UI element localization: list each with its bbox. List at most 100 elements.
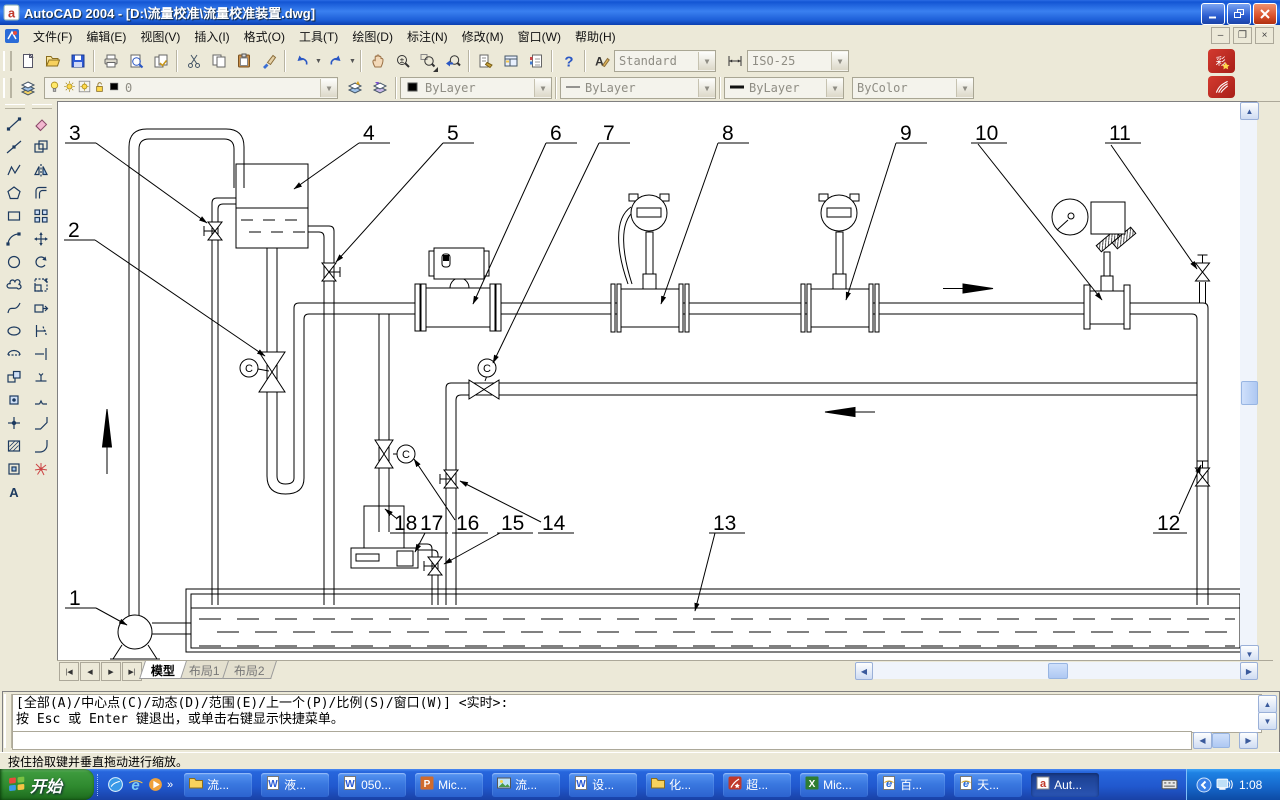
- taskbar-button-化[interactable]: 化...: [646, 773, 714, 797]
- command-input[interactable]: [12, 731, 1192, 750]
- quick-launch-chevron[interactable]: »: [167, 779, 173, 791]
- menu-item[interactable]: 编辑(E): [79, 25, 133, 48]
- menu-item[interactable]: 插入(I): [187, 25, 236, 48]
- draw-region-icon[interactable]: [2, 457, 26, 480]
- draw-ellipse-arc-icon[interactable]: [2, 342, 26, 365]
- text-style-icon[interactable]: A: [589, 49, 614, 74]
- designcenter-icon[interactable]: [498, 49, 523, 74]
- collapse-arrow-icon[interactable]: [1195, 776, 1212, 793]
- redo-icon-dropdown[interactable]: ▼: [348, 50, 357, 73]
- modify-mirror-icon[interactable]: [29, 158, 53, 181]
- keyboard-icon[interactable]: [1161, 776, 1178, 793]
- menu-item[interactable]: 文件(F): [26, 25, 79, 48]
- toolbar-grip[interactable]: [3, 78, 12, 98]
- show-desktop-icon[interactable]: [105, 775, 125, 795]
- modify-explode-icon[interactable]: [29, 457, 53, 480]
- linetype-combo[interactable]: ByLayer▼: [560, 77, 716, 99]
- draw-spline-icon[interactable]: [2, 296, 26, 319]
- modify-scale-icon[interactable]: [29, 273, 53, 296]
- draw-line-icon[interactable]: [2, 112, 26, 135]
- modify-copy-object-icon[interactable]: [29, 135, 53, 158]
- drawing-canvas[interactable]: CCC 123456789101112131415161718 ▲ ▼: [57, 101, 1257, 661]
- zoom-realtime-icon[interactable]: ±: [390, 49, 415, 74]
- properties-icon[interactable]: [473, 49, 498, 74]
- lineweight-combo[interactable]: ByLayer▼: [724, 77, 844, 99]
- modify-array-icon[interactable]: [29, 204, 53, 227]
- ie-icon[interactable]: e: [125, 775, 145, 795]
- modify-fillet-icon[interactable]: [29, 434, 53, 457]
- modify-trim-icon[interactable]: [29, 319, 53, 342]
- pan-icon[interactable]: [365, 49, 390, 74]
- layers-icon[interactable]: [15, 76, 40, 101]
- taskbar-button-设[interactable]: W设...: [569, 773, 637, 797]
- layer-combo[interactable]: 0▼: [44, 77, 338, 99]
- layer-previous-icon[interactable]: [367, 76, 392, 101]
- modify-extend-icon[interactable]: [29, 342, 53, 365]
- toolpalettes-icon[interactable]: [523, 49, 548, 74]
- draw-polygon-icon[interactable]: [2, 181, 26, 204]
- paste-icon[interactable]: [231, 49, 256, 74]
- menu-item[interactable]: 窗口(W): [511, 25, 568, 48]
- plot-preview-icon[interactable]: [123, 49, 148, 74]
- save-icon[interactable]: [65, 49, 90, 74]
- draw-insert-block-icon[interactable]: [2, 365, 26, 388]
- undo-icon[interactable]: [289, 49, 314, 74]
- tab-模型[interactable]: 模型: [139, 661, 187, 679]
- taskbar-button-050[interactable]: W050...: [338, 773, 406, 797]
- zoom-previous-icon[interactable]: [440, 49, 465, 74]
- menu-item[interactable]: 格式(O): [237, 25, 292, 48]
- volume-monitor-icon[interactable]: [1216, 776, 1233, 793]
- mdi-minimize-button[interactable]: –: [1211, 27, 1230, 44]
- plotstyle-combo[interactable]: ByColor▼: [852, 77, 974, 99]
- taskbar-button-Mic[interactable]: PMic...: [415, 773, 483, 797]
- command-history[interactable]: [全部(A)/中心点(C)/动态(D)/范围(E)/上一个(P)/比例(S)/窗…: [12, 694, 1262, 733]
- dim-style-icon[interactable]: [722, 49, 747, 74]
- toolbar-grip[interactable]: [3, 51, 12, 71]
- clock[interactable]: 1:08: [1239, 778, 1262, 792]
- dwg-document-icon[interactable]: [4, 28, 20, 44]
- mdi-close-button[interactable]: ×: [1255, 27, 1274, 44]
- draw-hatch-icon[interactable]: [2, 434, 26, 457]
- start-button[interactable]: 开始: [0, 769, 94, 800]
- redo-icon[interactable]: [323, 49, 348, 74]
- menu-item[interactable]: 帮助(H): [568, 25, 623, 48]
- draw-point-icon[interactable]: [2, 411, 26, 434]
- canvas-vscrollbar[interactable]: ▲ ▼: [1240, 102, 1257, 661]
- dim-style-combo[interactable]: ISO-25▼: [747, 50, 849, 72]
- taskbar-button-Mic[interactable]: XMic...: [800, 773, 868, 797]
- menu-item[interactable]: 视图(V): [133, 25, 187, 48]
- draw-polyline-icon[interactable]: [2, 158, 26, 181]
- help-icon[interactable]: ?: [556, 49, 581, 74]
- make-layer-current-icon[interactable]: [342, 76, 367, 101]
- draw-rectangle-icon[interactable]: [2, 204, 26, 227]
- media-player-icon[interactable]: [145, 775, 165, 795]
- publish-icon[interactable]: [148, 49, 173, 74]
- taskbar-button-液[interactable]: W液...: [261, 773, 329, 797]
- undo-icon-dropdown[interactable]: ▼: [314, 50, 323, 73]
- menu-item[interactable]: 工具(T): [292, 25, 345, 48]
- tab-布局2[interactable]: 布局2: [222, 661, 277, 679]
- plot-icon[interactable]: [98, 49, 123, 74]
- new-icon[interactable]: [15, 49, 40, 74]
- tab-nav-prev-icon[interactable]: ◀: [80, 662, 100, 681]
- draw-arc-icon[interactable]: [2, 227, 26, 250]
- tab-nav-first-icon[interactable]: |◀: [59, 662, 79, 681]
- minimize-button[interactable]: [1201, 3, 1225, 25]
- modify-erase-icon[interactable]: [29, 112, 53, 135]
- taskbar-button-超[interactable]: 超...: [723, 773, 791, 797]
- cut-icon[interactable]: [181, 49, 206, 74]
- draw-circle-icon[interactable]: [2, 250, 26, 273]
- match-properties-icon[interactable]: [256, 49, 281, 74]
- modify-break-at-point-icon[interactable]: [29, 365, 53, 388]
- modify-offset-icon[interactable]: [29, 181, 53, 204]
- taskbar-button-流[interactable]: 流...: [492, 773, 560, 797]
- menu-item[interactable]: 绘图(D): [345, 25, 400, 48]
- copy-clip-icon[interactable]: [206, 49, 231, 74]
- modify-stretch-icon[interactable]: [29, 296, 53, 319]
- taskbar-button-Aut[interactable]: aAut...: [1031, 773, 1099, 797]
- draw-multiline-text-icon[interactable]: A: [2, 480, 26, 503]
- taskbar-button-流[interactable]: 流...: [184, 773, 252, 797]
- open-icon[interactable]: [40, 49, 65, 74]
- modify-chamfer-icon[interactable]: [29, 411, 53, 434]
- restore-button[interactable]: [1227, 3, 1251, 25]
